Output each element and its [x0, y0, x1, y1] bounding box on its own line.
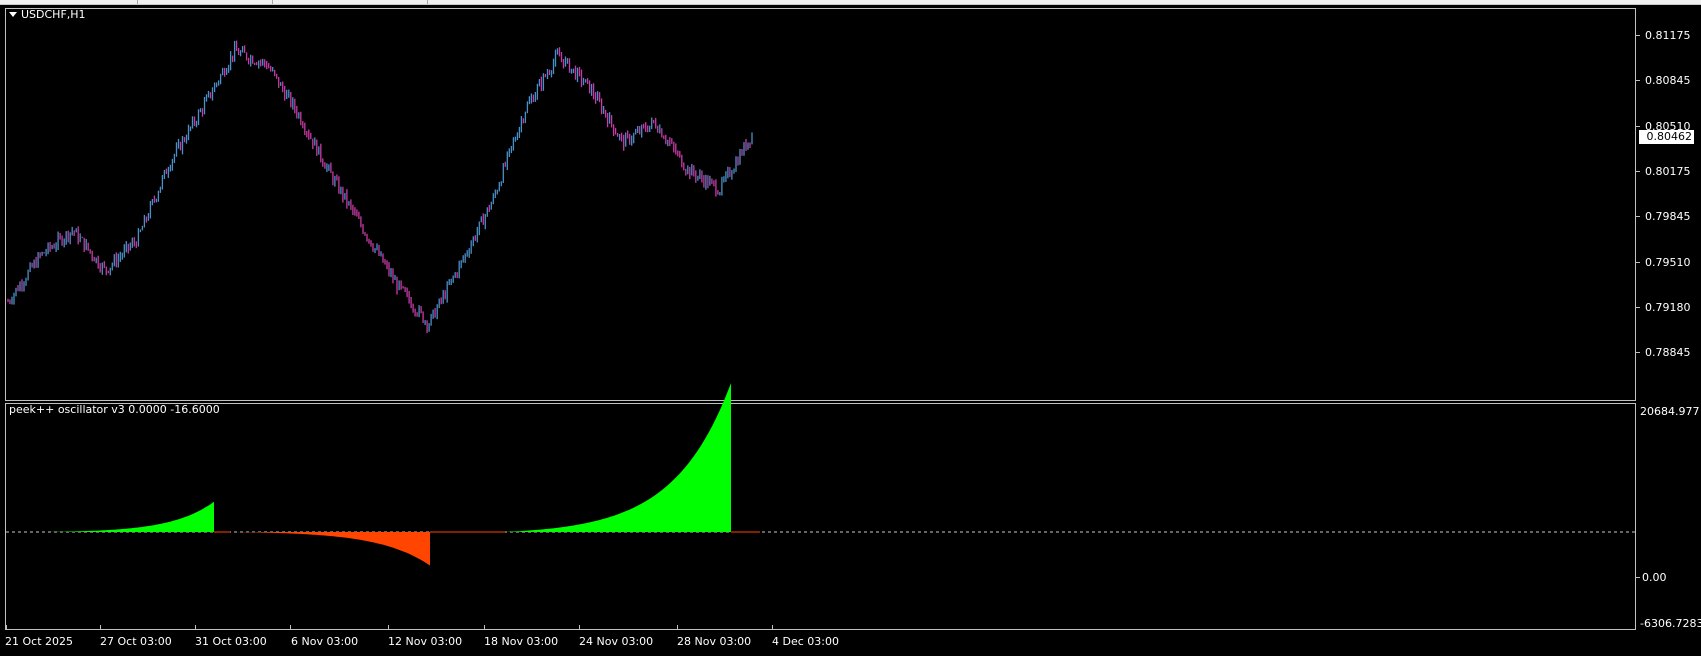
oscillator-histogram	[6, 383, 1635, 566]
time-tick	[290, 625, 291, 629]
time-axis-label: 18 Nov 03:00	[484, 635, 559, 648]
time-axis-label: 6 Nov 03:00	[291, 635, 359, 648]
triangle-down-icon[interactable]	[9, 12, 17, 17]
time-tick	[195, 625, 196, 629]
price-axis-label: 0.78845	[1645, 346, 1691, 359]
symbol-title[interactable]: USDCHF,H1	[9, 8, 86, 21]
price-tick	[1636, 171, 1640, 172]
price-tick	[1636, 262, 1640, 263]
oscillator-negative-wave	[230, 532, 430, 566]
price-axis-label: 0.80845	[1645, 74, 1691, 87]
time-tick	[579, 625, 580, 629]
oscillator-positive-wave	[505, 383, 731, 532]
price-tick	[1636, 352, 1640, 353]
price-tick	[1636, 126, 1640, 127]
time-tick	[100, 625, 101, 629]
oscillator-max-label: 20684.977	[1640, 405, 1700, 418]
oscillator-zero-label: 0.00	[1642, 571, 1667, 584]
time-axis-label: 21 Oct 2025	[5, 635, 74, 648]
time-tick	[677, 625, 678, 629]
oscillator-title: peek++ oscillator v3 0.0000 -16.6000	[9, 403, 220, 416]
price-axis-label: 0.79845	[1645, 210, 1691, 223]
price-axis-label: 0.80175	[1645, 165, 1691, 178]
current-price-label: 0.80462	[1639, 130, 1694, 144]
time-tick	[772, 625, 773, 629]
time-axis-label: 12 Nov 03:00	[388, 635, 463, 648]
time-axis-label: 4 Dec 03:00	[772, 635, 839, 648]
time-axis-label: 28 Nov 03:00	[677, 635, 752, 648]
price-tick	[1636, 80, 1640, 81]
price-tick	[1636, 307, 1640, 308]
price-tick	[1636, 216, 1640, 217]
price-tick	[1636, 35, 1640, 36]
price-axis-label: 0.79510	[1645, 256, 1691, 269]
oscillator-min-label: -6306.7283	[1640, 617, 1701, 630]
price-axis-label: 0.81175	[1645, 29, 1691, 42]
time-axis-label: 31 Oct 03:00	[195, 635, 267, 648]
symbol-label: USDCHF,H1	[21, 8, 86, 21]
time-tick	[484, 625, 485, 629]
price-axis-label: 0.79180	[1645, 301, 1691, 314]
oscillator-zero-tick	[1636, 577, 1640, 578]
time-axis-label: 24 Nov 03:00	[579, 635, 654, 648]
time-tick	[388, 625, 389, 629]
time-axis-label: 27 Oct 03:00	[100, 635, 172, 648]
oscillator-positive-wave	[45, 501, 214, 532]
time-tick	[6, 625, 7, 629]
